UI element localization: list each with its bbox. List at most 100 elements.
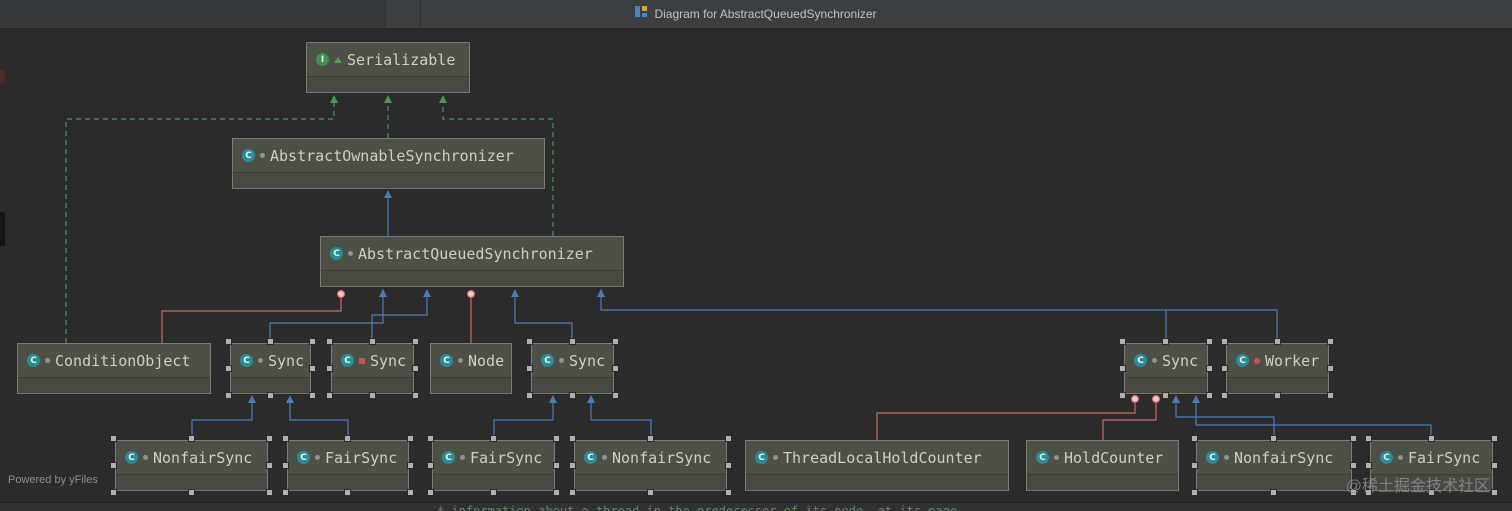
class-node-node[interactable]: C Node bbox=[430, 343, 512, 394]
selection-handle[interactable] bbox=[568, 338, 576, 345]
selection-handle[interactable] bbox=[309, 364, 316, 372]
selection-handle[interactable] bbox=[1273, 338, 1281, 345]
selection-handle[interactable] bbox=[569, 489, 576, 496]
selection-handle[interactable] bbox=[187, 489, 195, 496]
selection-handle[interactable] bbox=[412, 364, 419, 372]
selection-handle[interactable] bbox=[489, 435, 497, 442]
selection-handle[interactable] bbox=[1191, 435, 1198, 442]
selection-handle[interactable] bbox=[612, 338, 619, 345]
class-node-fairsync-2[interactable]: C FairSync bbox=[427, 435, 560, 496]
selection-handle[interactable] bbox=[489, 489, 497, 496]
selection-handle[interactable] bbox=[1270, 435, 1277, 442]
class-node-sync-2[interactable]: C Sync bbox=[326, 338, 419, 399]
selection-handle[interactable] bbox=[326, 392, 333, 399]
selection-handle[interactable] bbox=[1162, 392, 1169, 399]
selection-handle[interactable] bbox=[1206, 364, 1213, 372]
selection-handle[interactable] bbox=[1221, 364, 1228, 372]
selection-handle[interactable] bbox=[427, 435, 434, 442]
class-node-sync-3[interactable]: C Sync bbox=[526, 338, 619, 399]
class-node-nonfairsync-2[interactable]: C NonfairSync bbox=[569, 435, 732, 496]
selection-handle[interactable] bbox=[568, 392, 576, 399]
selection-handle[interactable] bbox=[1327, 338, 1334, 345]
selection-handle[interactable] bbox=[266, 338, 274, 345]
selection-handle[interactable] bbox=[266, 461, 273, 469]
class-node-sync-4[interactable]: C Sync bbox=[1119, 338, 1213, 399]
selection-handle[interactable] bbox=[1327, 364, 1334, 372]
selection-handle[interactable] bbox=[309, 392, 316, 399]
selection-handle[interactable] bbox=[612, 392, 619, 399]
selection-handle[interactable] bbox=[427, 461, 434, 469]
selection-handle[interactable] bbox=[1119, 364, 1126, 372]
selection-handle[interactable] bbox=[412, 392, 419, 399]
selection-handle[interactable] bbox=[344, 435, 351, 442]
selection-handle[interactable] bbox=[407, 461, 414, 469]
selection-handle[interactable] bbox=[1191, 489, 1198, 496]
selection-handle[interactable] bbox=[427, 489, 434, 496]
selection-handle[interactable] bbox=[526, 392, 533, 399]
class-node-worker[interactable]: C Worker bbox=[1221, 338, 1334, 399]
selection-handle[interactable] bbox=[725, 461, 732, 469]
class-node-nonfairsync-1[interactable]: C NonfairSync bbox=[110, 435, 273, 496]
selection-handle[interactable] bbox=[110, 461, 117, 469]
selection-handle[interactable] bbox=[526, 338, 533, 345]
selection-handle[interactable] bbox=[1273, 392, 1281, 399]
selection-handle[interactable] bbox=[225, 338, 232, 345]
selection-handle[interactable] bbox=[344, 489, 351, 496]
selection-handle[interactable] bbox=[1350, 435, 1357, 442]
selection-handle[interactable] bbox=[1365, 435, 1372, 442]
class-node-sync-1[interactable]: C Sync bbox=[225, 338, 316, 399]
diagram-tab-title[interactable]: Diagram for AbstractQueuedSynchronizer bbox=[635, 5, 877, 23]
selection-handle[interactable] bbox=[725, 489, 732, 496]
selection-handle[interactable] bbox=[110, 489, 117, 496]
selection-handle[interactable] bbox=[266, 489, 273, 496]
selection-handle[interactable] bbox=[282, 435, 289, 442]
selection-handle[interactable] bbox=[569, 461, 576, 469]
selection-handle[interactable] bbox=[1365, 461, 1372, 469]
class-node-holdcounter[interactable]: C HoldCounter bbox=[1026, 440, 1179, 491]
selection-handle[interactable] bbox=[1270, 489, 1277, 496]
class-node-threadlocalholdcounter[interactable]: C ThreadLocalHoldCounter bbox=[745, 440, 1009, 491]
class-node-serializable[interactable]: I Serializable bbox=[306, 42, 470, 93]
selection-handle[interactable] bbox=[1491, 461, 1498, 469]
selection-handle[interactable] bbox=[368, 338, 376, 345]
selection-handle[interactable] bbox=[1191, 461, 1198, 469]
class-node-abstractqueuedsynchronizer[interactable]: C AbstractQueuedSynchronizer bbox=[320, 236, 624, 287]
selection-handle[interactable] bbox=[266, 392, 274, 399]
selection-handle[interactable] bbox=[225, 392, 232, 399]
selection-handle[interactable] bbox=[187, 435, 195, 442]
selection-handle[interactable] bbox=[326, 338, 333, 345]
selection-handle[interactable] bbox=[526, 364, 533, 372]
class-node-nonfairsync-3[interactable]: C NonfairSync bbox=[1191, 435, 1357, 496]
selection-handle[interactable] bbox=[110, 435, 117, 442]
selection-handle[interactable] bbox=[266, 435, 273, 442]
selection-handle[interactable] bbox=[553, 435, 560, 442]
selection-handle[interactable] bbox=[1221, 392, 1228, 399]
selection-handle[interactable] bbox=[1491, 489, 1498, 496]
selection-handle[interactable] bbox=[1221, 338, 1228, 345]
selection-handle[interactable] bbox=[407, 489, 414, 496]
class-node-abstractownablesynchronizer[interactable]: C AbstractOwnableSynchronizer bbox=[232, 138, 545, 189]
selection-handle[interactable] bbox=[368, 392, 376, 399]
selection-handle[interactable] bbox=[725, 435, 732, 442]
class-node-conditionobject[interactable]: C ConditionObject bbox=[17, 343, 211, 394]
selection-handle[interactable] bbox=[326, 364, 333, 372]
selection-handle[interactable] bbox=[1206, 392, 1213, 399]
selection-handle[interactable] bbox=[282, 489, 289, 496]
selection-handle[interactable] bbox=[646, 435, 654, 442]
selection-handle[interactable] bbox=[1427, 435, 1435, 442]
selection-handle[interactable] bbox=[407, 435, 414, 442]
selection-handle[interactable] bbox=[1327, 392, 1334, 399]
selection-handle[interactable] bbox=[569, 435, 576, 442]
selection-handle[interactable] bbox=[1491, 435, 1498, 442]
selection-handle[interactable] bbox=[1119, 338, 1126, 345]
selection-handle[interactable] bbox=[612, 364, 619, 372]
selection-handle[interactable] bbox=[553, 461, 560, 469]
selection-handle[interactable] bbox=[412, 338, 419, 345]
class-node-fairsync-1[interactable]: C FairSync bbox=[282, 435, 414, 496]
selection-handle[interactable] bbox=[1162, 338, 1169, 345]
selection-handle[interactable] bbox=[1206, 338, 1213, 345]
selection-handle[interactable] bbox=[646, 489, 654, 496]
selection-handle[interactable] bbox=[1350, 461, 1357, 469]
selection-handle[interactable] bbox=[1119, 392, 1126, 399]
selection-handle[interactable] bbox=[225, 364, 232, 372]
